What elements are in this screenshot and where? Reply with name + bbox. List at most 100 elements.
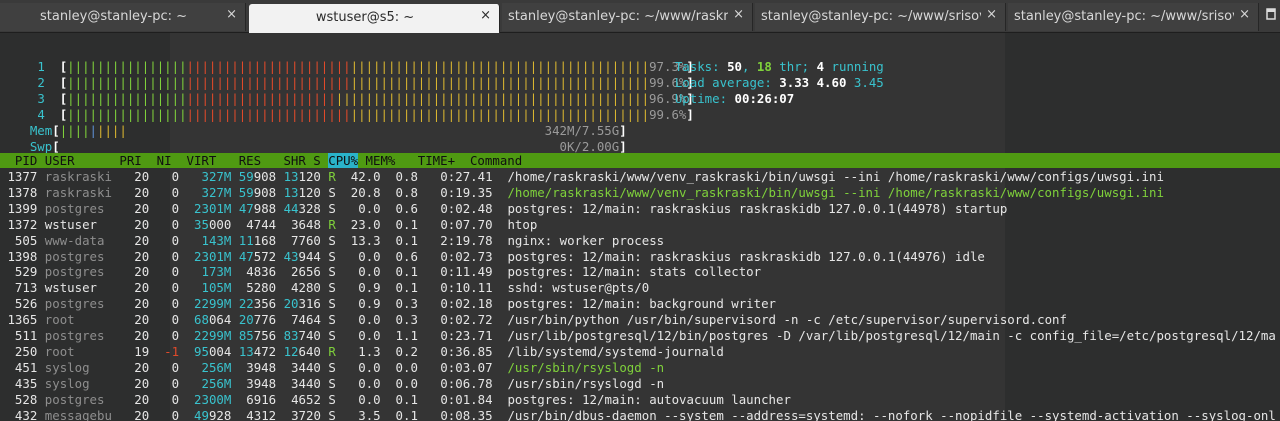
tab-label: stanley@stanley-pc: ~ bbox=[39, 9, 188, 24]
header-columns-rest[interactable]: MEM% TIME+ Command bbox=[358, 153, 523, 168]
res: 908 bbox=[253, 169, 277, 184]
cpu-percent: 42.0 bbox=[343, 169, 381, 184]
mem-percent: 0.0 bbox=[388, 375, 418, 391]
res: 5280 bbox=[246, 280, 277, 296]
user: raskraski bbox=[44, 184, 112, 200]
tab-wstuser-s5[interactable]: wstuser@s5: ~ × bbox=[249, 4, 500, 33]
close-icon[interactable]: × bbox=[986, 7, 997, 22]
command: /home/raskraski/www/venv_raskraski/bin/u… bbox=[507, 169, 1164, 184]
process-row[interactable]: 250 root 19 -1 95004 13472 12640 R 1.3 0… bbox=[0, 344, 1280, 359]
tab-label: stanley@stanley-pc: ~/www/srisovk... bbox=[761, 9, 981, 24]
state: R bbox=[328, 216, 336, 232]
close-icon[interactable]: × bbox=[226, 7, 237, 22]
nice: 0 bbox=[156, 216, 180, 232]
user: root bbox=[44, 343, 112, 359]
close-icon[interactable]: × bbox=[1239, 7, 1250, 22]
cpu-percent: 0.9 bbox=[343, 296, 381, 312]
process-row[interactable]: 435 syslog 20 0 256M 3948 3440 S 0.0 0.0… bbox=[0, 376, 1280, 391]
tab-stanley-home[interactable]: stanley@stanley-pc: ~ × bbox=[0, 3, 246, 31]
process-row[interactable]: 451 syslog 20 0 256M 3948 3440 S 0.0 0.0… bbox=[0, 360, 1280, 375]
process-row[interactable]: 1398 postgres 20 0 2301M 47572 43944 S 0… bbox=[0, 249, 1280, 264]
res: 3948 bbox=[246, 375, 277, 391]
mem-percent: 0.8 bbox=[388, 169, 418, 184]
cpu-meter-4: 4 [|||||||||||||||||||||||||||||||||||||… bbox=[37, 107, 694, 122]
virt-high: 2299M bbox=[194, 296, 232, 312]
nice: 0 bbox=[156, 169, 180, 184]
shr-high: 13 bbox=[283, 169, 299, 184]
cpu-percent: 0.0 bbox=[343, 328, 381, 343]
res-high: 22 bbox=[238, 296, 254, 312]
terminal-area[interactable]: 1 [|||||||||||||||||||||||||||||||||||||… bbox=[0, 33, 1280, 421]
pid: 1378 bbox=[0, 184, 38, 200]
tab-stanley-raskrask[interactable]: stanley@stanley-pc: ~/www/raskrask... × bbox=[502, 3, 753, 31]
shr-high: 13 bbox=[283, 184, 299, 200]
shr-high: 83 bbox=[283, 328, 299, 343]
process-row[interactable]: 1377 raskraski 20 0 327M 59908 13120 R 4… bbox=[0, 169, 1280, 184]
state: S bbox=[328, 407, 336, 421]
command: postgres: 12/main: stats collector bbox=[507, 264, 762, 280]
shr: 4280 bbox=[291, 280, 321, 296]
shr: 120 bbox=[298, 169, 321, 184]
nice: 0 bbox=[156, 359, 180, 375]
close-icon[interactable]: × bbox=[733, 7, 744, 22]
pid: 1377 bbox=[0, 169, 38, 184]
process-row[interactable]: 1365 root 20 0 68064 20776 7464 S 0.0 0.… bbox=[0, 312, 1280, 327]
shr: 3648 bbox=[291, 216, 321, 232]
process-row[interactable]: 713 wstuser 20 0 105M 5280 4280 S 0.9 0.… bbox=[0, 280, 1280, 295]
command: sshd: wstuser@pts/0 bbox=[507, 280, 650, 296]
pid: 511 bbox=[0, 328, 38, 343]
cpu-percent: 13.3 bbox=[343, 232, 381, 248]
command: postgres: 12/main: autovacuum launcher bbox=[507, 391, 791, 407]
mem-percent: 0.1 bbox=[388, 407, 418, 421]
user: syslog bbox=[44, 359, 112, 375]
mem-meter: Mem[||||||||| 342M/7.55G] bbox=[29, 123, 627, 138]
process-row[interactable]: 511 postgres 20 0 2299M 85756 83740 S 0.… bbox=[0, 328, 1280, 343]
tab-stanley-srisovk-1[interactable]: stanley@stanley-pc: ~/www/srisovk... × bbox=[755, 3, 1006, 31]
res: 908 bbox=[253, 184, 277, 200]
mem-percent: 0.1 bbox=[388, 264, 418, 280]
virt-high: 2301M bbox=[194, 200, 232, 216]
pid: 451 bbox=[0, 359, 38, 375]
virt-high: 95 bbox=[194, 343, 209, 359]
sort-column-cpu[interactable]: CPU% bbox=[328, 153, 359, 168]
mem-percent: 0.3 bbox=[388, 296, 418, 312]
terminal-tab-bar: stanley@stanley-pc: ~ × wstuser@s5: ~ × … bbox=[0, 0, 1280, 33]
virt-high: 2301M bbox=[194, 248, 232, 264]
virt-high: 68 bbox=[194, 312, 209, 328]
process-row[interactable]: 1372 wstuser 20 0 35000 4744 3648 R 23.0… bbox=[0, 217, 1280, 232]
res-high: 11 bbox=[238, 232, 254, 248]
command: /lib/systemd/systemd-journald bbox=[507, 343, 724, 359]
command: htop bbox=[507, 216, 538, 232]
process-row[interactable]: 526 postgres 20 0 2299M 22356 20316 S 0.… bbox=[0, 296, 1280, 311]
process-row[interactable]: 1378 raskraski 20 0 327M 59908 13120 S 2… bbox=[0, 185, 1280, 200]
virt: 064 bbox=[208, 312, 232, 328]
cpu-time: 0:11.49 bbox=[425, 264, 493, 280]
nice: 0 bbox=[156, 248, 180, 264]
shr: 944 bbox=[298, 248, 321, 264]
cpu-percent: 0.0 bbox=[343, 312, 381, 328]
nice: 0 bbox=[156, 264, 180, 280]
process-row[interactable]: 505 www-data 20 0 143M 11168 7760 S 13.3… bbox=[0, 233, 1280, 248]
process-row[interactable]: 1399 postgres 20 0 2301M 47988 44328 S 0… bbox=[0, 201, 1280, 216]
shr-high: 43 bbox=[283, 248, 299, 264]
user: postgres bbox=[44, 248, 112, 264]
mem-percent: 0.8 bbox=[388, 184, 418, 200]
process-row[interactable]: 432 messagebu 20 0 49928 4312 3720 S 3.5… bbox=[0, 408, 1280, 421]
close-icon[interactable]: × bbox=[480, 8, 491, 23]
cpu-percent: 0.0 bbox=[343, 375, 381, 391]
cpu-time: 0:03.07 bbox=[425, 359, 493, 375]
tab-menu-icon[interactable] bbox=[1266, 7, 1276, 21]
process-table-header: PID USER PRI NI VIRT RES SHR S CPU% MEM%… bbox=[0, 153, 1280, 168]
state: R bbox=[328, 343, 336, 359]
process-row[interactable]: 528 postgres 20 0 2300M 6916 4652 S 0.0 … bbox=[0, 392, 1280, 407]
virt-high: 2300M bbox=[194, 391, 232, 407]
cpu-percent: 0.0 bbox=[343, 200, 381, 216]
header-columns[interactable]: PID USER PRI NI VIRT RES SHR S bbox=[0, 153, 328, 168]
tasks-summary: Tasks: 50, 18 thr; 4 running bbox=[674, 59, 884, 74]
process-row[interactable]: 529 postgres 20 0 173M 4836 2656 S 0.0 0… bbox=[0, 264, 1280, 279]
pid: 1398 bbox=[0, 248, 38, 264]
cpu-percent: 20.8 bbox=[343, 184, 381, 200]
tab-stanley-srisovk-2[interactable]: stanley@stanley-pc: ~/www/srisovk... × bbox=[1008, 3, 1259, 31]
res-high: 59 bbox=[238, 184, 254, 200]
res-high: 13 bbox=[238, 343, 254, 359]
